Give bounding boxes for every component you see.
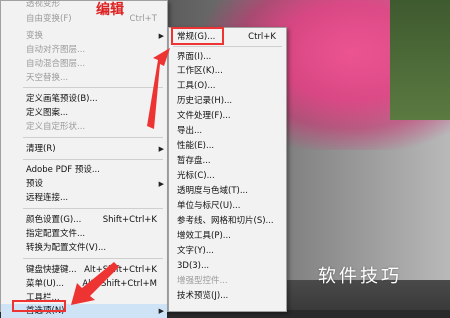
menu-item-remote-connections[interactable]: 远程连接... [1,191,167,205]
menu-item-enhanced-controls: 增强型控件... [177,276,228,286]
menu-item-transparency-gamut[interactable]: 透明度与色域(T)... [169,184,286,198]
submenu-arrow-icon: ▶ [158,32,164,40]
menu-separator [23,137,163,138]
menu-item-performance[interactable]: 性能(E)... [169,139,286,153]
menu-item-free-transform: 自由变换(F) Ctrl+T [26,14,157,24]
menu-separator [23,87,163,88]
menu-item-purge[interactable]: 清理(R) ▶ [1,142,167,156]
menu-item-units-rulers[interactable]: 单位与标尺(U)... [169,199,286,213]
menu-item-preferences[interactable]: 首选项(N) ▶ [1,304,167,318]
submenu-arrow-icon: ▶ [158,180,164,188]
menu-separator [23,208,163,209]
menu-item-3d[interactable]: 3D(3)... [169,259,286,273]
menu-item-toolbar[interactable]: 工具栏... [1,291,167,305]
menu-item-workspace[interactable]: 工作区(K)... [169,64,286,78]
menu-item-technology-previews[interactable]: 技术预览(J)... [169,289,286,303]
menu-item-sky-replacement: 天空替换... [26,73,69,83]
watermark-text: 软件技巧 [318,266,402,287]
menu-item-export[interactable]: 导出... [169,124,286,138]
menu-item-cursors[interactable]: 光标(C)... [169,169,286,183]
menu-separator [23,159,163,160]
menu-item-adobe-pdf-presets[interactable]: Adobe PDF 预设... [1,163,167,177]
menu-item-scratch-disks[interactable]: 暂存盘... [169,154,286,168]
menu-item-assign-profile[interactable]: 指定配置文件... [1,227,167,241]
submenu-arrow-icon: ▶ [158,145,164,153]
edit-annotation-label: 编辑 [96,2,124,18]
menu-item-define-custom-shape: 定义自定形状... [26,122,86,132]
menu-item-transform: 变换 ▶ [26,31,164,41]
menu-item-presets[interactable]: 预设 ▶ [1,177,167,191]
menu-item-plugins[interactable]: 增效工具(P)... [169,229,286,243]
menu-item-guides-grid-slices[interactable]: 参考线、网格和切片(S)... [169,214,286,228]
menu-item-menus[interactable]: 菜单(U)... Alt+Shift+Ctrl+M [1,277,167,291]
menu-item-keyboard-shortcuts[interactable]: 键盘快捷键... Alt+Shift+Ctrl+K [1,263,167,277]
leaf-area [390,0,450,120]
menu-item-define-brush-preset[interactable]: 定义画笔预设(B)... [1,92,167,106]
menu-item-perspective-warp: 透视变形 [26,0,61,9]
menu-item-tools[interactable]: 工具(O)... [169,79,286,93]
menu-item-auto-blend-layers: 自动混合图层... [26,59,86,69]
menu-item-history-log[interactable]: 历史记录(H)... [169,94,286,108]
menu-item-define-pattern[interactable]: 定义图案... [1,106,167,120]
menu-separator [173,46,282,47]
menu-item-interface[interactable]: 界面(I)... [169,50,286,64]
menu-separator [23,258,163,259]
submenu-arrow-icon: ▶ [158,307,164,315]
menu-item-general[interactable]: 常规(G)... Ctrl+K [169,30,286,44]
menu-item-color-settings[interactable]: 颜色设置(G)... Shift+Ctrl+K [1,213,167,227]
preferences-submenu: 常规(G)... Ctrl+K 界面(I)... 工作区(K)... 工具(O).… [168,27,287,312]
menu-item-convert-to-profile[interactable]: 转换为配置文件(V)... [1,241,167,255]
menu-item-auto-align-layers: 自动对齐图层... [26,45,86,55]
menu-item-type[interactable]: 文字(Y)... [169,244,286,258]
menu-item-file-handling[interactable]: 文件处理(F)... [169,109,286,123]
edit-menu: 透视变形 自由变换(F) Ctrl+T 变换 ▶ 自动对齐图层... 自动混合图层.… [0,0,168,318]
